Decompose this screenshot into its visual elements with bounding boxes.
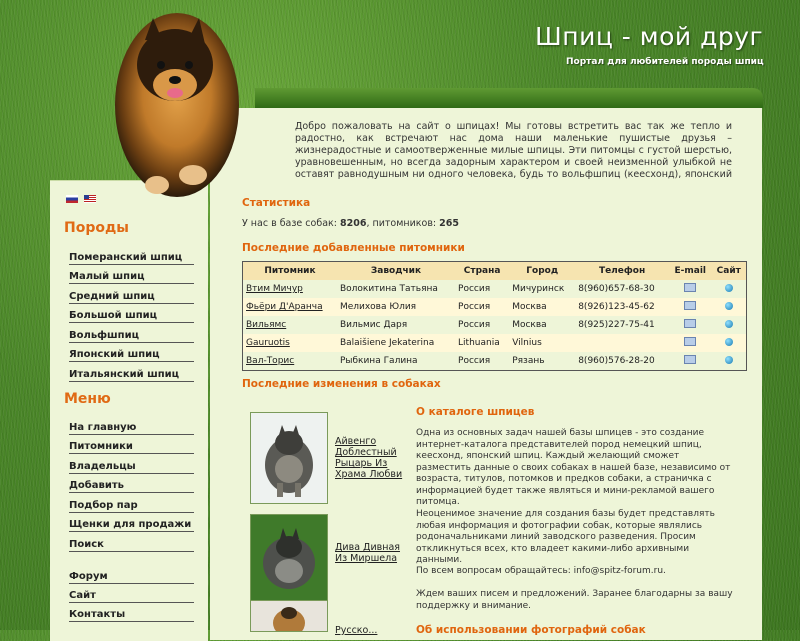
menu-link-add[interactable]: Добавить (69, 480, 194, 493)
city-cell: Мичуринск (509, 280, 576, 298)
breeds-heading: Породы (64, 220, 129, 236)
breeder-cell: Balaišiene Jekaterina (336, 334, 456, 352)
city-cell: Москва (509, 298, 576, 316)
english-flag-icon[interactable] (84, 195, 96, 203)
email-icon[interactable] (684, 355, 697, 364)
breeder-cell: Рыбкина Галина (336, 352, 456, 371)
menu-link-pairing[interactable]: Подбор пар (69, 500, 194, 513)
menu-link-forum[interactable]: Форум (69, 571, 194, 584)
email-icon[interactable] (684, 337, 697, 346)
breeder-cell: Мелихова Юлия (336, 298, 456, 316)
country-cell: Lithuania (455, 334, 510, 352)
photo-usage-title: Об использовании фотографий собак (416, 624, 646, 636)
col-kennel: Питомник (242, 261, 337, 280)
kennels-section-title: Последние добавленные питомники (242, 242, 465, 254)
table-row: Фьёри Д'Аранча Мелихова Юлия Россия Моск… (242, 298, 747, 316)
kennel-link[interactable]: Вильямс (246, 320, 286, 330)
table-row: Gauruotis Balaišiene Jekaterina Lithuani… (242, 334, 747, 352)
city-cell: Москва (509, 316, 576, 334)
website-globe-icon[interactable] (724, 355, 733, 364)
col-breeder: Заводчик (336, 261, 456, 280)
menu-link-home[interactable]: На главную (69, 422, 194, 435)
about-paragraph-1: Одна из основных задач нашей базы шпицев… (416, 428, 731, 507)
email-icon[interactable] (684, 283, 697, 292)
city-cell: Рязань (509, 352, 576, 371)
phone-cell: 8(926)123-45-62 (575, 298, 669, 316)
breed-link-japanese[interactable]: Японский шпиц (69, 349, 194, 362)
table-row: Вал-Торис Рыбкина Галина Россия Рязань 8… (242, 352, 747, 371)
breeder-cell: Волокитина Татьяна (336, 280, 456, 298)
city-cell: Vilnius (509, 334, 576, 352)
table-row: Вильямс Вильмис Даря Россия Москва 8(925… (242, 316, 747, 334)
menu-link-search[interactable]: Поиск (69, 539, 194, 552)
about-paragraph-4: Ждем ваших писем и предложений. Заранее … (416, 589, 733, 611)
pomeranian-logo-image (115, 13, 239, 197)
country-cell: Россия (455, 316, 510, 334)
menu-link-owners[interactable]: Владельцы (69, 461, 194, 474)
col-country: Страна (455, 261, 510, 280)
col-email: E-mail (668, 261, 712, 280)
phone-cell (575, 334, 669, 352)
header-bar (255, 88, 763, 108)
country-cell: Россия (455, 352, 510, 371)
site-title: Шпиц - мой друг (535, 22, 764, 51)
kennel-link[interactable]: Фьёри Д'Аранча (246, 302, 323, 312)
menu-link-site[interactable]: Сайт (69, 590, 194, 603)
dog-link-2[interactable]: Дива Дивная Из Миршела (335, 542, 410, 564)
statistics-title: Статистика (242, 197, 311, 209)
dog-photo-1[interactable] (250, 412, 328, 504)
kennel-link[interactable]: Вал-Торис (246, 356, 294, 366)
website-globe-icon[interactable] (724, 283, 733, 292)
email-icon[interactable] (684, 319, 697, 328)
about-paragraph-3: По всем вопросам обращайтесь: info@spitz… (416, 566, 666, 576)
breed-link-pomeranian[interactable]: Померанский шпиц (69, 252, 194, 265)
stats-prefix: У нас в базе собак: (242, 218, 337, 229)
stats-kennel-count: 265 (439, 218, 460, 229)
phone-cell: 8(960)657-68-30 (575, 280, 669, 298)
menu-link-kennels[interactable]: Питомники (69, 441, 194, 454)
col-city: Город (509, 261, 576, 280)
website-globe-icon[interactable] (724, 301, 733, 310)
phone-cell: 8(925)227-75-41 (575, 316, 669, 334)
phone-cell: 8(960)576-28-20 (575, 352, 669, 371)
stats-dog-count: 8206 (340, 218, 367, 229)
dog-link-1[interactable]: Айвенго Доблестный Рыцарь Из Храма Любви (335, 436, 410, 480)
dogs-section-title: Последние изменения в собаках (242, 378, 441, 390)
country-cell: Россия (455, 298, 510, 316)
breed-link-medium[interactable]: Средний шпиц (69, 291, 194, 304)
russian-flag-icon[interactable] (66, 195, 78, 203)
website-globe-icon[interactable] (724, 337, 733, 346)
kennel-link[interactable]: Gauruotis (246, 338, 290, 348)
dog-link-3[interactable]: Русско... (335, 625, 410, 636)
table-row: Втим Мичур Волокитина Татьяна Россия Мич… (242, 280, 747, 298)
kennels-table: Питомник Заводчик Страна Город Телефон E… (242, 261, 747, 371)
menu-link-puppies[interactable]: Щенки для продажи (69, 519, 194, 532)
col-site: Сайт (711, 261, 747, 280)
about-title: О каталоге шпицев (416, 406, 535, 418)
breeder-cell: Вильмис Даря (336, 316, 456, 334)
dog-photo-2[interactable] (250, 514, 328, 606)
country-cell: Россия (455, 280, 510, 298)
col-phone: Телефон (575, 261, 669, 280)
breed-link-wolfspitz[interactable]: Вольфшпиц (69, 330, 194, 343)
breed-link-small[interactable]: Малый шпиц (69, 271, 194, 284)
about-paragraph-2: Неоценимое значение для создания базы бу… (416, 509, 715, 565)
breed-link-large[interactable]: Большой шпиц (69, 310, 194, 323)
kennel-link[interactable]: Втим Мичур (246, 284, 303, 294)
dog-photo-3[interactable] (250, 600, 328, 632)
stats-mid: , питомников: (366, 218, 437, 229)
menu-heading: Меню (64, 391, 111, 407)
language-switcher (66, 195, 96, 203)
website-globe-icon[interactable] (724, 319, 733, 328)
email-icon[interactable] (684, 301, 697, 310)
statistics-text: У нас в базе собак: 8206, питомников: 26… (242, 218, 459, 229)
site-subtitle: Портал для любителей породы шпиц (566, 57, 764, 67)
menu-link-contacts[interactable]: Контакты (69, 609, 194, 622)
breed-link-italian[interactable]: Итальянский шпиц (69, 369, 194, 382)
